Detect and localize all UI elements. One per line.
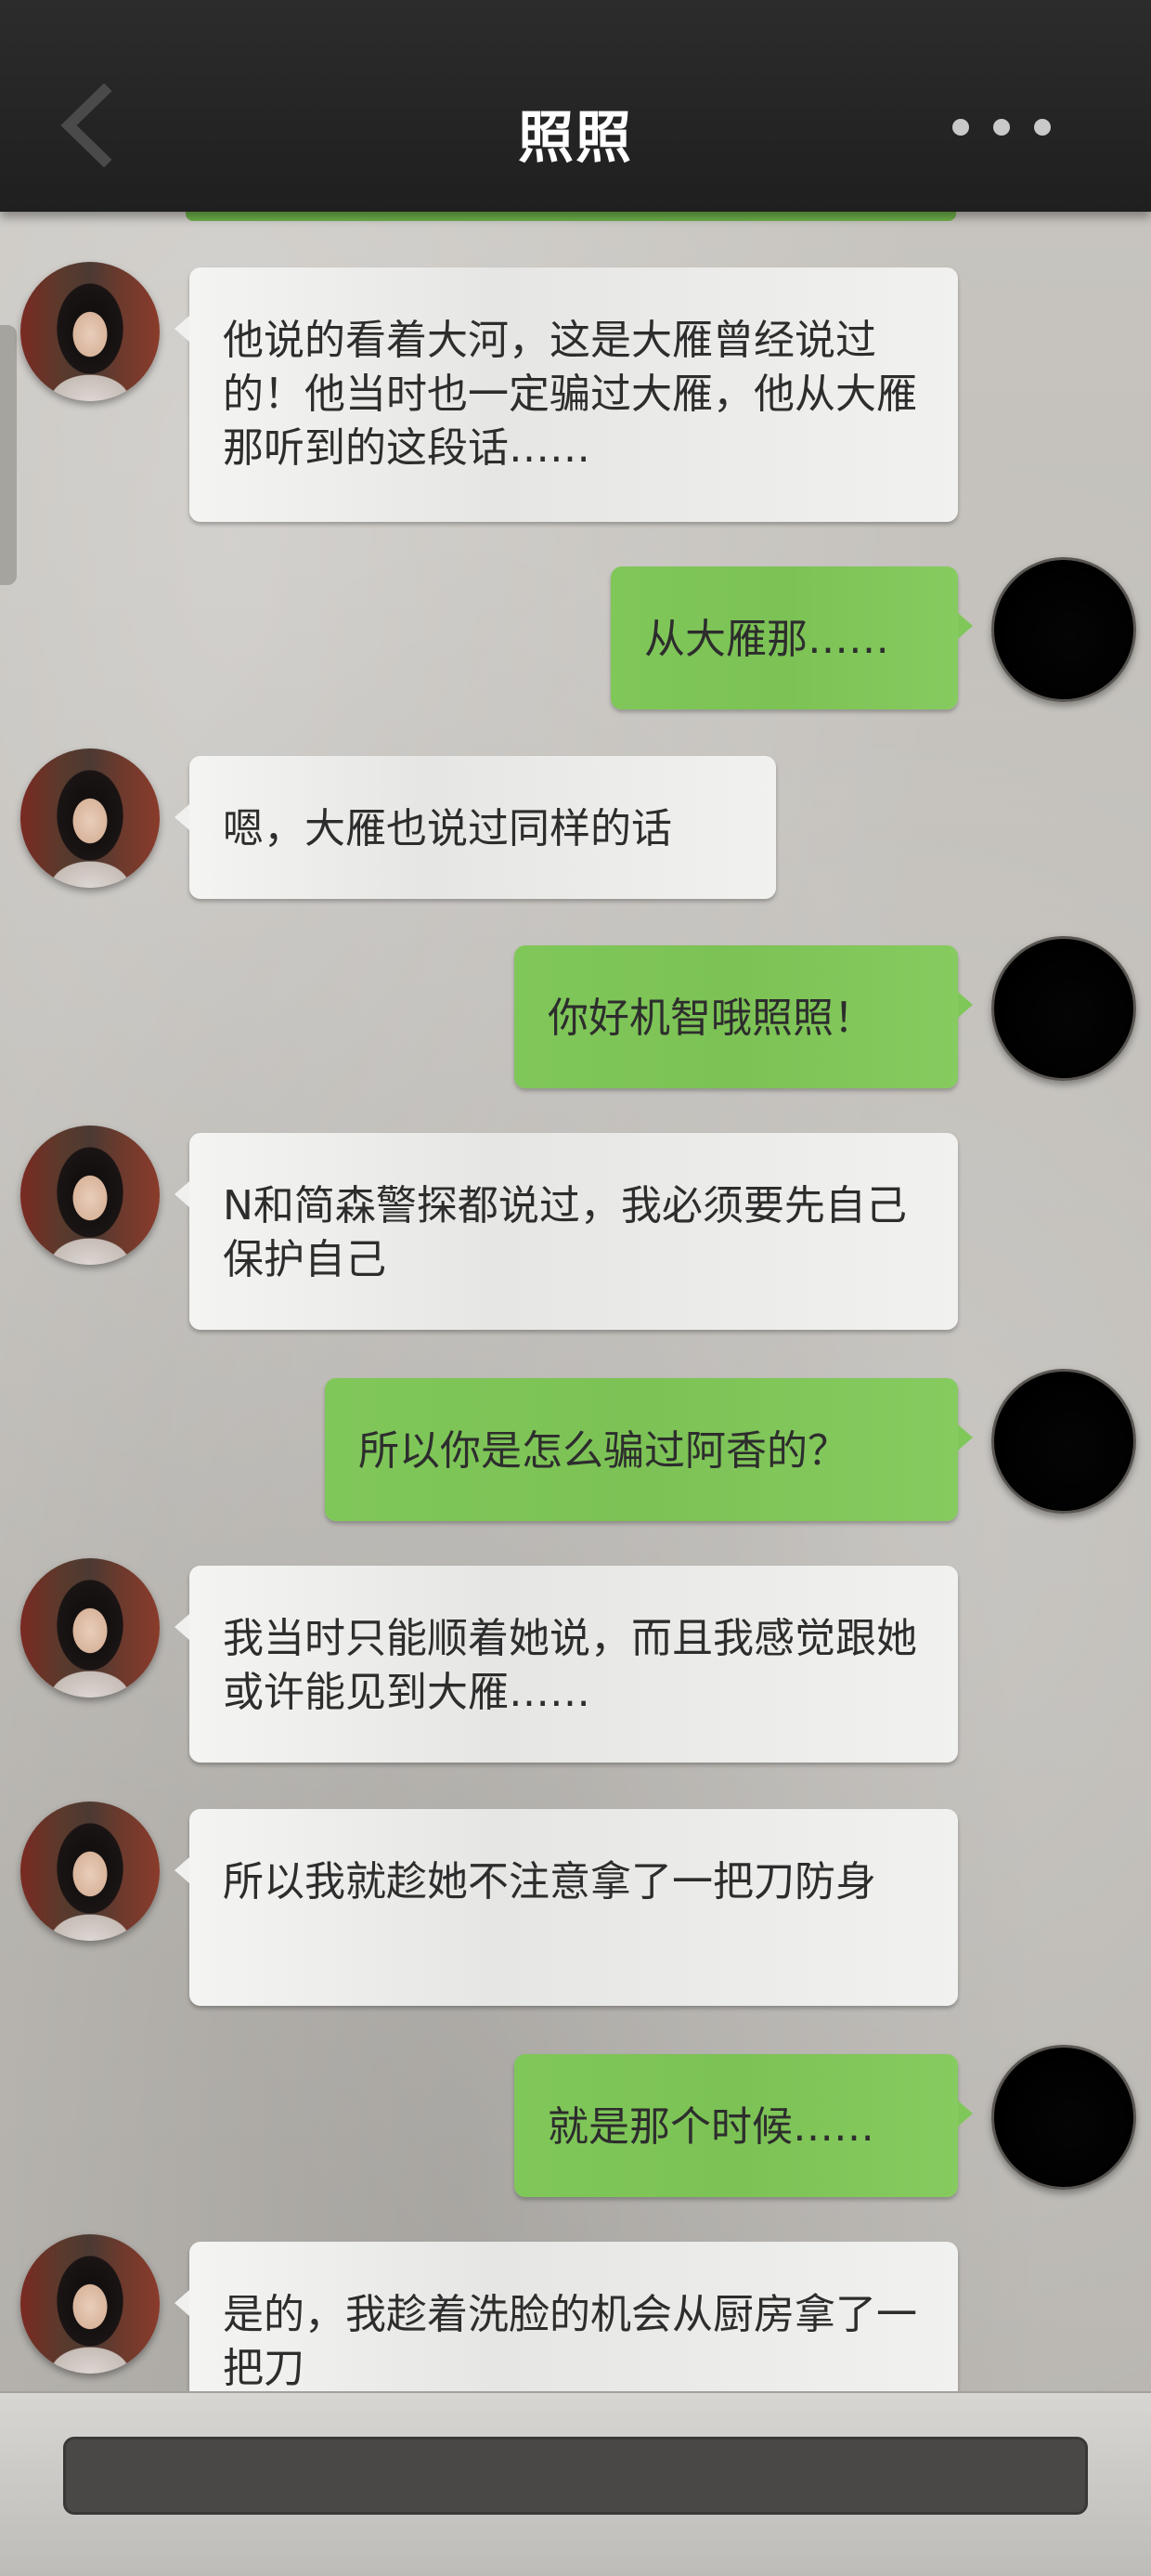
message-bubble-incoming: N和简森警探都说过，我必须要先自己保护自己 bbox=[175, 1133, 958, 1330]
contact-avatar[interactable] bbox=[20, 1802, 160, 1941]
message-text: 你好机智哦照照！ bbox=[548, 995, 874, 1042]
bottom-bar bbox=[0, 2391, 1151, 2576]
user-avatar[interactable] bbox=[991, 2045, 1136, 2190]
user-avatar[interactable] bbox=[991, 557, 1136, 702]
message-bubble-outgoing: 从大雁那…… bbox=[611, 566, 973, 709]
message-bubble-incoming: 嗯，大雁也说过同样的话 bbox=[175, 756, 776, 899]
contact-avatar[interactable] bbox=[20, 748, 160, 888]
more-options-button[interactable] bbox=[938, 111, 1058, 143]
user-avatar[interactable] bbox=[991, 936, 1136, 1081]
contact-avatar[interactable] bbox=[20, 1125, 160, 1265]
user-avatar[interactable] bbox=[991, 1369, 1136, 1514]
message-text: 所以你是怎么骗过阿香的？ bbox=[358, 1427, 848, 1475]
top-bar: 照照 bbox=[0, 0, 1151, 212]
message-text: 从大雁那…… bbox=[644, 616, 889, 663]
message-text: 是的，我趁着洗脸的机会从厨房拿了一把刀 bbox=[223, 2291, 917, 2392]
contact-avatar[interactable] bbox=[20, 1558, 160, 1698]
message-bubble-incoming: 我当时只能顺着她说，而且我感觉跟她或许能见到大雁…… bbox=[175, 1566, 958, 1763]
message-text: N和简森警探都说过，我必须要先自己保护自己 bbox=[223, 1182, 907, 1283]
message-text: 他说的看着大河，这是大雁曾经说过的！他当时也一定骗过大雁，他从大雁那听到的这段话… bbox=[223, 317, 917, 472]
message-bubble-outgoing: 就是那个时候…… bbox=[514, 2054, 973, 2197]
message-bubble-outgoing: 你好机智哦照照！ bbox=[514, 945, 973, 1088]
message-text: 我当时只能顺着她说，而且我感觉跟她或许能见到大雁…… bbox=[223, 1615, 917, 1716]
message-bubble-outgoing: 所以你是怎么骗过阿香的？ bbox=[325, 1378, 973, 1521]
more-dots-icon bbox=[952, 119, 969, 136]
message-input[interactable] bbox=[63, 2437, 1088, 2515]
contact-avatar[interactable] bbox=[20, 2234, 160, 2374]
more-dots-icon bbox=[1034, 119, 1051, 136]
message-text: 就是那个时候…… bbox=[548, 2103, 874, 2151]
message-text: 嗯，大雁也说过同样的话 bbox=[223, 805, 672, 852]
contact-avatar[interactable] bbox=[20, 262, 160, 401]
message-bubble-incoming: 他说的看着大河，这是大雁曾经说过的！他当时也一定骗过大雁，他从大雁那听到的这段话… bbox=[175, 267, 958, 522]
message-bubble-incoming: 所以我就趁她不注意拿了一把刀防身 bbox=[175, 1809, 958, 2006]
side-drawer-handle[interactable] bbox=[0, 325, 17, 585]
more-dots-icon bbox=[993, 119, 1010, 136]
message-text: 所以我就趁她不注意拿了一把刀防身 bbox=[223, 1858, 876, 1906]
